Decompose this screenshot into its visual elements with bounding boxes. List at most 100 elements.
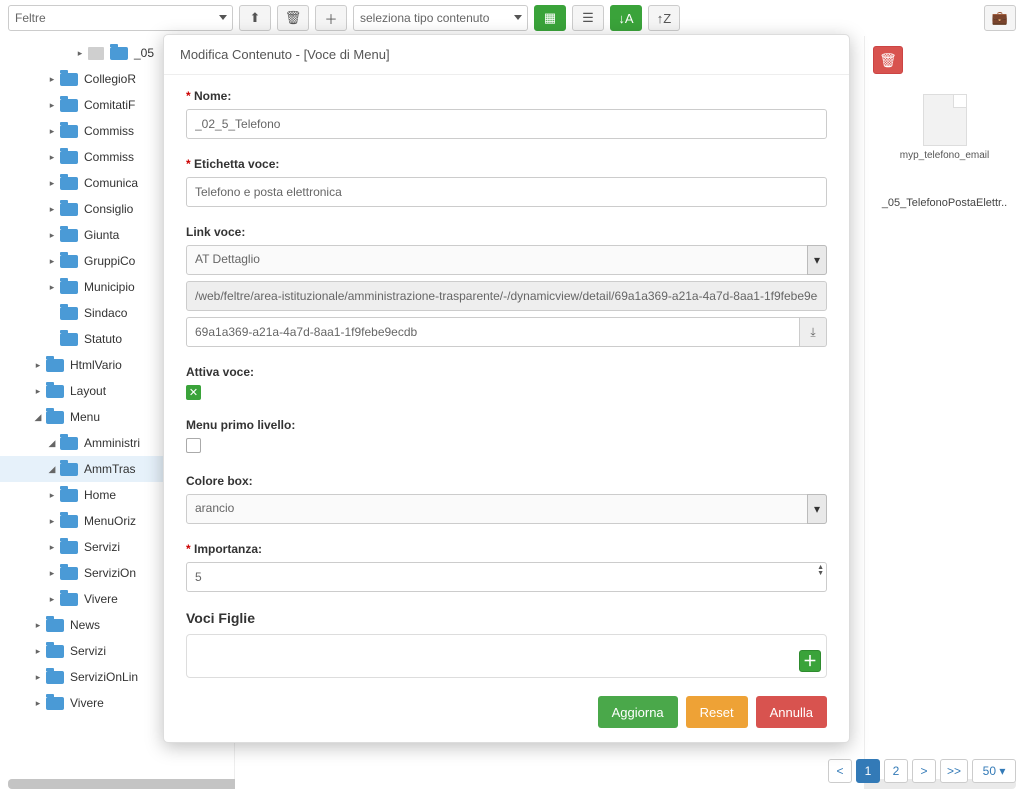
upload-button[interactable]: ⬆: [239, 5, 271, 31]
attachments-pane: 🗑 myp_telefono_email _05_TelefonoPostaEl…: [864, 36, 1024, 789]
file-icon: [923, 94, 967, 146]
expand-arrow-icon[interactable]: ▸: [46, 542, 58, 553]
update-button[interactable]: Aggiorna: [598, 696, 678, 728]
link-type-select[interactable]: AT Dettaglio: [186, 245, 827, 275]
view-grid-button[interactable]: ▦: [534, 5, 566, 31]
expand-arrow-icon[interactable]: ▸: [46, 282, 58, 293]
tree-item-label: Home: [84, 488, 116, 502]
tree-item-label: Municipio: [84, 280, 135, 294]
expand-arrow-icon[interactable]: ▸: [46, 126, 58, 137]
nome-label: * Nome:: [186, 89, 827, 103]
download-icon[interactable]: ⤓: [800, 317, 827, 347]
delete-attachment-button[interactable]: 🗑: [873, 46, 903, 74]
expand-arrow-icon[interactable]: ◢: [46, 464, 58, 475]
expand-arrow-icon[interactable]: ▸: [46, 204, 58, 215]
tree-item-label: ServiziOnLin: [70, 670, 138, 684]
etichetta-input[interactable]: [186, 177, 827, 207]
folder-icon: [60, 541, 78, 554]
menu-primo-checkbox[interactable]: [186, 438, 201, 453]
page-icon: [88, 47, 104, 60]
expand-arrow-icon[interactable]: ◢: [32, 412, 44, 423]
expand-arrow-icon[interactable]: ▸: [46, 178, 58, 189]
expand-arrow-icon[interactable]: ▸: [46, 256, 58, 267]
expand-arrow-icon[interactable]: ▸: [46, 594, 58, 605]
folder-icon: [60, 567, 78, 580]
site-selector-value: Feltre: [15, 11, 46, 25]
add-button[interactable]: ＋: [315, 5, 347, 31]
link-guid-input[interactable]: [186, 317, 800, 347]
pager-size[interactable]: 50 ▾: [972, 759, 1016, 783]
tree-item-label: Commiss: [84, 150, 134, 164]
nome-input[interactable]: [186, 109, 827, 139]
tree-item-label: Servizi: [84, 540, 120, 554]
pager-prev[interactable]: <: [828, 759, 852, 783]
tree-item-label: ComitatiF: [84, 98, 135, 112]
add-child-button[interactable]: ＋: [799, 650, 821, 672]
top-toolbar: Feltre ⬆ 🗑 ＋ seleziona tipo contenuto ▦ …: [0, 0, 1024, 36]
expand-arrow-icon[interactable]: ▸: [74, 48, 86, 59]
briefcase-button[interactable]: 💼: [984, 5, 1016, 31]
chevron-down-icon[interactable]: ▾: [807, 494, 827, 524]
folder-icon: [60, 203, 78, 216]
chevron-down-icon[interactable]: ▾: [807, 245, 827, 275]
folder-icon: [60, 333, 78, 346]
sort-asc-button[interactable]: ↓A: [610, 5, 642, 31]
tree-item-label: Amministri: [84, 436, 140, 450]
importanza-input[interactable]: [186, 562, 827, 592]
expand-arrow-icon[interactable]: ▸: [46, 568, 58, 579]
colore-select[interactable]: arancio: [186, 494, 827, 524]
attachment-card[interactable]: myp_telefono_email: [900, 94, 990, 161]
folder-icon: [60, 515, 78, 528]
tree-item-label: Giunta: [84, 228, 119, 242]
tree-h-scrollbar[interactable]: [8, 779, 235, 789]
tree-item-label: Layout: [70, 384, 106, 398]
sort-desc-button[interactable]: ↑Z: [648, 5, 680, 31]
colore-label: Colore box:: [186, 474, 827, 488]
tree-item-label: Comunica: [84, 176, 138, 190]
expand-arrow-icon[interactable]: ▸: [46, 100, 58, 111]
pager-last[interactable]: >>: [940, 759, 968, 783]
content-type-selector[interactable]: seleziona tipo contenuto: [353, 5, 528, 31]
pager-page-2[interactable]: 2: [884, 759, 908, 783]
menu-primo-label: Menu primo livello:: [186, 418, 827, 432]
site-selector[interactable]: Feltre: [8, 5, 233, 31]
tree-item-label: Sindaco: [84, 306, 127, 320]
attiva-checkbox[interactable]: ✕: [186, 385, 201, 400]
folder-icon: [60, 151, 78, 164]
tree-item-label: Statuto: [84, 332, 122, 346]
modal-title: Modifica Contenuto - [Voce di Menu]: [164, 35, 849, 75]
content-type-placeholder: seleziona tipo contenuto: [360, 11, 489, 25]
folder-icon: [46, 411, 64, 424]
view-list-button[interactable]: ☰: [572, 5, 604, 31]
expand-arrow-icon[interactable]: ▸: [32, 672, 44, 683]
tree-item-label: Menu: [70, 410, 100, 424]
expand-arrow-icon[interactable]: ▸: [46, 74, 58, 85]
expand-arrow-icon[interactable]: ▸: [32, 620, 44, 631]
tree-item-label: Servizi: [70, 644, 106, 658]
expand-arrow-icon[interactable]: ▸: [46, 516, 58, 527]
voci-figlie-box: ＋: [186, 634, 827, 678]
tree-item-label: _05: [134, 46, 154, 60]
pager-next[interactable]: >: [912, 759, 936, 783]
expand-arrow-icon[interactable]: ▸: [46, 490, 58, 501]
expand-arrow-icon[interactable]: ◢: [46, 438, 58, 449]
folder-icon: [60, 463, 78, 476]
pager: < 1 2 > >> 50 ▾: [828, 759, 1016, 783]
reset-button[interactable]: Reset: [686, 696, 748, 728]
edit-modal: Modifica Contenuto - [Voce di Menu] * No…: [163, 34, 850, 743]
expand-arrow-icon[interactable]: ▸: [32, 360, 44, 371]
importanza-stepper[interactable]: ▲▼: [817, 565, 824, 577]
cancel-button[interactable]: Annulla: [756, 696, 827, 728]
attachment-file-label: myp_telefono_email: [900, 150, 990, 161]
tree-item-label: Commiss: [84, 124, 134, 138]
expand-arrow-icon[interactable]: ▸: [32, 698, 44, 709]
folder-icon: [60, 125, 78, 138]
pager-page-1[interactable]: 1: [856, 759, 880, 783]
expand-arrow-icon[interactable]: ▸: [32, 646, 44, 657]
expand-arrow-icon[interactable]: ▸: [32, 386, 44, 397]
expand-arrow-icon[interactable]: ▸: [46, 152, 58, 163]
delete-button[interactable]: 🗑: [277, 5, 309, 31]
folder-icon: [46, 359, 64, 372]
expand-arrow-icon[interactable]: ▸: [46, 230, 58, 241]
folder-icon: [60, 437, 78, 450]
